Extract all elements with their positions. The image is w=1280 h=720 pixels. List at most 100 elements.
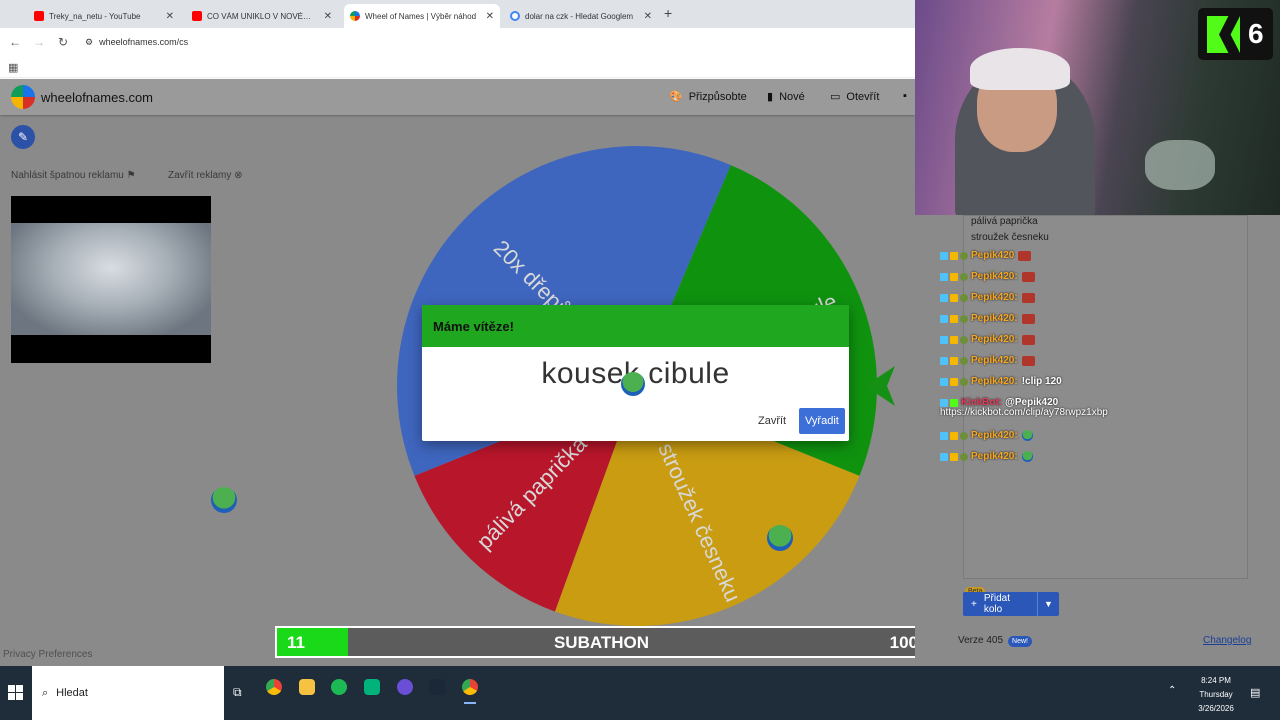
apps-grid-icon[interactable]: ▦: [8, 61, 18, 74]
sword-badge-icon: [940, 452, 948, 461]
sword-badge-icon: [940, 398, 948, 407]
sword-badge-icon: [940, 431, 948, 440]
winner-dialog: Máme vítěze! kousek cibule Zavřít Vyřadi…: [422, 305, 849, 441]
new-tab-button[interactable]: +: [664, 5, 672, 21]
system-clock[interactable]: 8:24 PM Thursday 3/26/2026: [1196, 674, 1236, 716]
kick-logo-badge: 6: [1198, 8, 1273, 60]
chat-message: Pepik420: !clip 120: [940, 371, 1270, 392]
chat-username: Pepik420:: [971, 451, 1018, 462]
sub-badge-icon: [960, 314, 968, 323]
emote-icon: [1018, 250, 1032, 261]
close-tab-icon[interactable]: ✕: [486, 11, 494, 22]
ad-video[interactable]: [11, 196, 211, 363]
chrome-active-icon[interactable]: [462, 679, 478, 704]
close-tab-icon[interactable]: ✕: [166, 11, 174, 22]
frog-emote-icon: [1021, 430, 1033, 441]
sword-badge-icon: [940, 293, 948, 302]
close-tab-icon[interactable]: ✕: [324, 11, 332, 22]
open-label: Otevřít: [846, 90, 880, 103]
entry-item: stroužek česneku: [971, 232, 1049, 243]
crown-badge-icon: [950, 293, 958, 302]
emote-icon: [1021, 355, 1035, 366]
version-text: Verze 405: [958, 635, 1004, 646]
chat-username: Pepik420:: [971, 430, 1018, 441]
search-placeholder: Hledat: [56, 687, 88, 699]
close-tab-icon[interactable]: ✕: [644, 11, 652, 22]
new-button[interactable]: ▮ Nové: [767, 90, 805, 104]
tray-chevron-icon[interactable]: ⌃: [1168, 685, 1176, 696]
tab-wheel-of-names[interactable]: Wheel of Names | Výběr náhod ✕: [344, 4, 500, 28]
changelog-link[interactable]: Changelog: [1203, 635, 1251, 646]
report-ad-link[interactable]: Nahlásit špatnou reklamu ⚑: [11, 170, 136, 181]
chat-message: Pepik420:: [940, 287, 1270, 308]
url-text: wheelofnames.com/cs: [99, 37, 189, 47]
report-ad-label: Nahlásit špatnou reklamu: [11, 170, 124, 181]
customize-label: Přizpůsobte: [688, 90, 747, 103]
forward-icon[interactable]: →: [27, 35, 51, 49]
windows-start-icon[interactable]: [8, 685, 23, 700]
site-name[interactable]: wheelofnames.com: [41, 90, 153, 105]
chat-message: Pepik420:: [940, 308, 1270, 329]
chat-link[interactable]: https://kickbot.com/clip/ay78rwpz1xbp: [940, 407, 1270, 425]
edit-pencil-button[interactable]: ✎: [11, 125, 35, 149]
sub-badge-icon: [960, 377, 968, 386]
crown-badge-icon: [950, 452, 958, 461]
chrome-icon[interactable]: [266, 679, 282, 695]
search-icon: ⌕: [42, 686, 49, 699]
subathon-progress-bar: 11 SUBATHON 100: [275, 626, 928, 658]
chat-message: Pepik420:: [940, 350, 1270, 371]
clock-day: Thursday: [1199, 690, 1233, 699]
chat-message: Pepik420:: [940, 425, 1270, 446]
streamer-cap: [970, 48, 1070, 90]
steam-icon[interactable]: [429, 679, 445, 695]
add-wheel-button[interactable]: + Přidat kolo ▼: [963, 592, 1059, 616]
sword-badge-icon: [940, 356, 948, 365]
page-content: wheelofnames.com 🎨 Přizpůsobte ▮ Nové ▭ …: [0, 79, 928, 666]
chat-username: Pepik420:: [971, 292, 1018, 303]
open-button[interactable]: ▭ Otevřít: [830, 90, 880, 104]
reload-icon[interactable]: ↻: [51, 35, 75, 49]
customize-button[interactable]: 🎨 Přizpůsobte: [669, 90, 747, 104]
chat-username: Pepik420:: [971, 355, 1018, 366]
site-info-icon[interactable]: ⚙: [85, 37, 93, 48]
taskbar-search[interactable]: ⌕ Hledat: [32, 666, 224, 720]
wheel-logo-icon[interactable]: [11, 85, 35, 109]
bookmarks-bar: ▦: [0, 56, 915, 78]
chat-username: Pepik420: [971, 250, 1015, 261]
chevron-down-icon[interactable]: ▼: [1038, 599, 1059, 609]
chat-username: Pepik420:: [971, 376, 1018, 387]
ad-water-image: [11, 223, 211, 335]
sub-badge-icon: [960, 293, 968, 302]
new-label: Nové: [779, 90, 805, 103]
close-ads-link[interactable]: Zavřít reklamy ⊗: [168, 170, 243, 181]
obs-icon[interactable]: [397, 679, 413, 695]
close-dialog-button[interactable]: Zavřít: [758, 415, 786, 427]
crown-badge-icon: [950, 335, 958, 344]
tab-youtube-treky[interactable]: Treky_na_netu - YouTube ✕: [28, 4, 180, 28]
file-explorer-icon[interactable]: [299, 679, 315, 695]
youtube-icon: [192, 11, 202, 21]
emote-icon: [1021, 334, 1035, 345]
sub-badge-icon: [960, 431, 968, 440]
notification-icon[interactable]: ▤: [1250, 686, 1260, 699]
file-icon: ▮: [767, 91, 774, 103]
url-field[interactable]: ⚙ wheelofnames.com/cs: [85, 37, 188, 48]
add-wheel-main[interactable]: + Přidat kolo: [963, 592, 1038, 616]
privacy-preferences-link[interactable]: Privacy Preferences: [3, 649, 92, 660]
entry-item: pálivá paprička: [971, 216, 1038, 227]
spotify-icon[interactable]: [331, 679, 347, 695]
task-view-icon[interactable]: ⧉: [233, 685, 242, 700]
chat-username: Pepik420:: [971, 313, 1018, 324]
tab-youtube-video[interactable]: CO VÁM UNIKLO V NOVÉM TR ✕: [186, 4, 338, 28]
save-icon[interactable]: ▪: [903, 90, 907, 102]
crown-badge-icon: [950, 314, 958, 323]
palette-icon: 🎨: [669, 91, 683, 103]
kick-logo-icon: [1207, 16, 1240, 53]
remove-winner-button[interactable]: Vyřadit: [799, 408, 845, 434]
chat-message: Pepik420: [940, 245, 1270, 266]
streaming-app-icon[interactable]: [364, 679, 380, 695]
tab-google-search[interactable]: dolar na czk - Hledat Googlem ✕: [504, 4, 658, 28]
tab-title: Treky_na_netu - YouTube: [49, 11, 141, 21]
youtube-icon: [34, 11, 44, 21]
back-icon[interactable]: ←: [3, 35, 27, 49]
